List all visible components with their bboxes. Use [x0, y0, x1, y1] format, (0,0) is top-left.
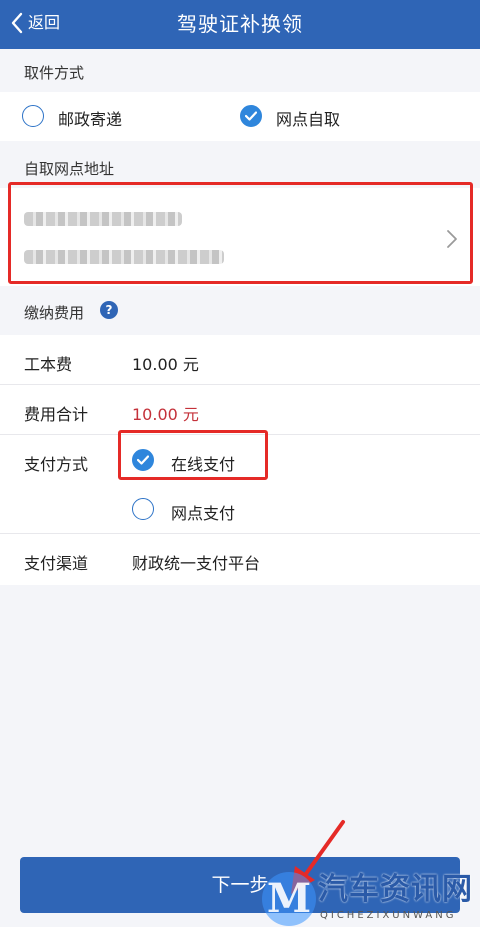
- divider: [0, 434, 480, 435]
- material-fee-value: 10.00 元: [132, 355, 199, 374]
- address-name-blurred: [24, 212, 182, 226]
- total-fee-label: 费用合计: [24, 405, 89, 424]
- help-icon[interactable]: ?: [100, 301, 118, 319]
- divider: [0, 533, 480, 534]
- top-bar: 返回 驾驶证补换领: [0, 0, 480, 49]
- fee-payment-panel: 工本费 10.00 元 费用合计 10.00 元 支付方式 在线支付 网点支付 …: [0, 335, 480, 585]
- payment-channel-value: 财政统一支付平台: [132, 554, 261, 573]
- branch-payment-label[interactable]: 网点支付: [171, 500, 235, 524]
- address-selector[interactable]: [0, 188, 480, 286]
- branch-payment-radio[interactable]: [132, 498, 154, 520]
- page-title: 驾驶证补换领: [177, 12, 303, 36]
- payment-method-label: 支付方式: [24, 455, 89, 474]
- online-payment-label[interactable]: 在线支付: [171, 451, 235, 475]
- payment-channel-label: 支付渠道: [24, 554, 89, 573]
- mail-delivery-label[interactable]: 邮政寄递: [58, 106, 122, 130]
- pickup-options: 邮政寄递 网点自取: [0, 92, 480, 141]
- online-payment-radio[interactable]: [132, 449, 154, 471]
- address-detail-blurred: [24, 250, 224, 264]
- chevron-right-icon: [447, 230, 457, 248]
- watermark-subtext: QICHEZIXUNWANG: [320, 910, 457, 921]
- self-pickup-radio[interactable]: [240, 105, 262, 127]
- checkmark-icon: [245, 111, 257, 121]
- address-section-label: 自取网点地址: [24, 160, 115, 178]
- checkmark-icon: [137, 455, 149, 465]
- mail-delivery-radio[interactable]: [22, 105, 44, 127]
- total-fee-value: 10.00 元: [132, 405, 199, 424]
- divider: [0, 384, 480, 385]
- watermark-text: 汽车资讯网: [318, 872, 473, 907]
- self-pickup-label[interactable]: 网点自取: [276, 106, 340, 130]
- material-fee-label: 工本费: [24, 355, 73, 374]
- fees-section-label: 缴纳费用: [24, 304, 85, 322]
- pickup-section-label: 取件方式: [24, 64, 85, 82]
- watermark-logo-letter: M: [266, 875, 312, 922]
